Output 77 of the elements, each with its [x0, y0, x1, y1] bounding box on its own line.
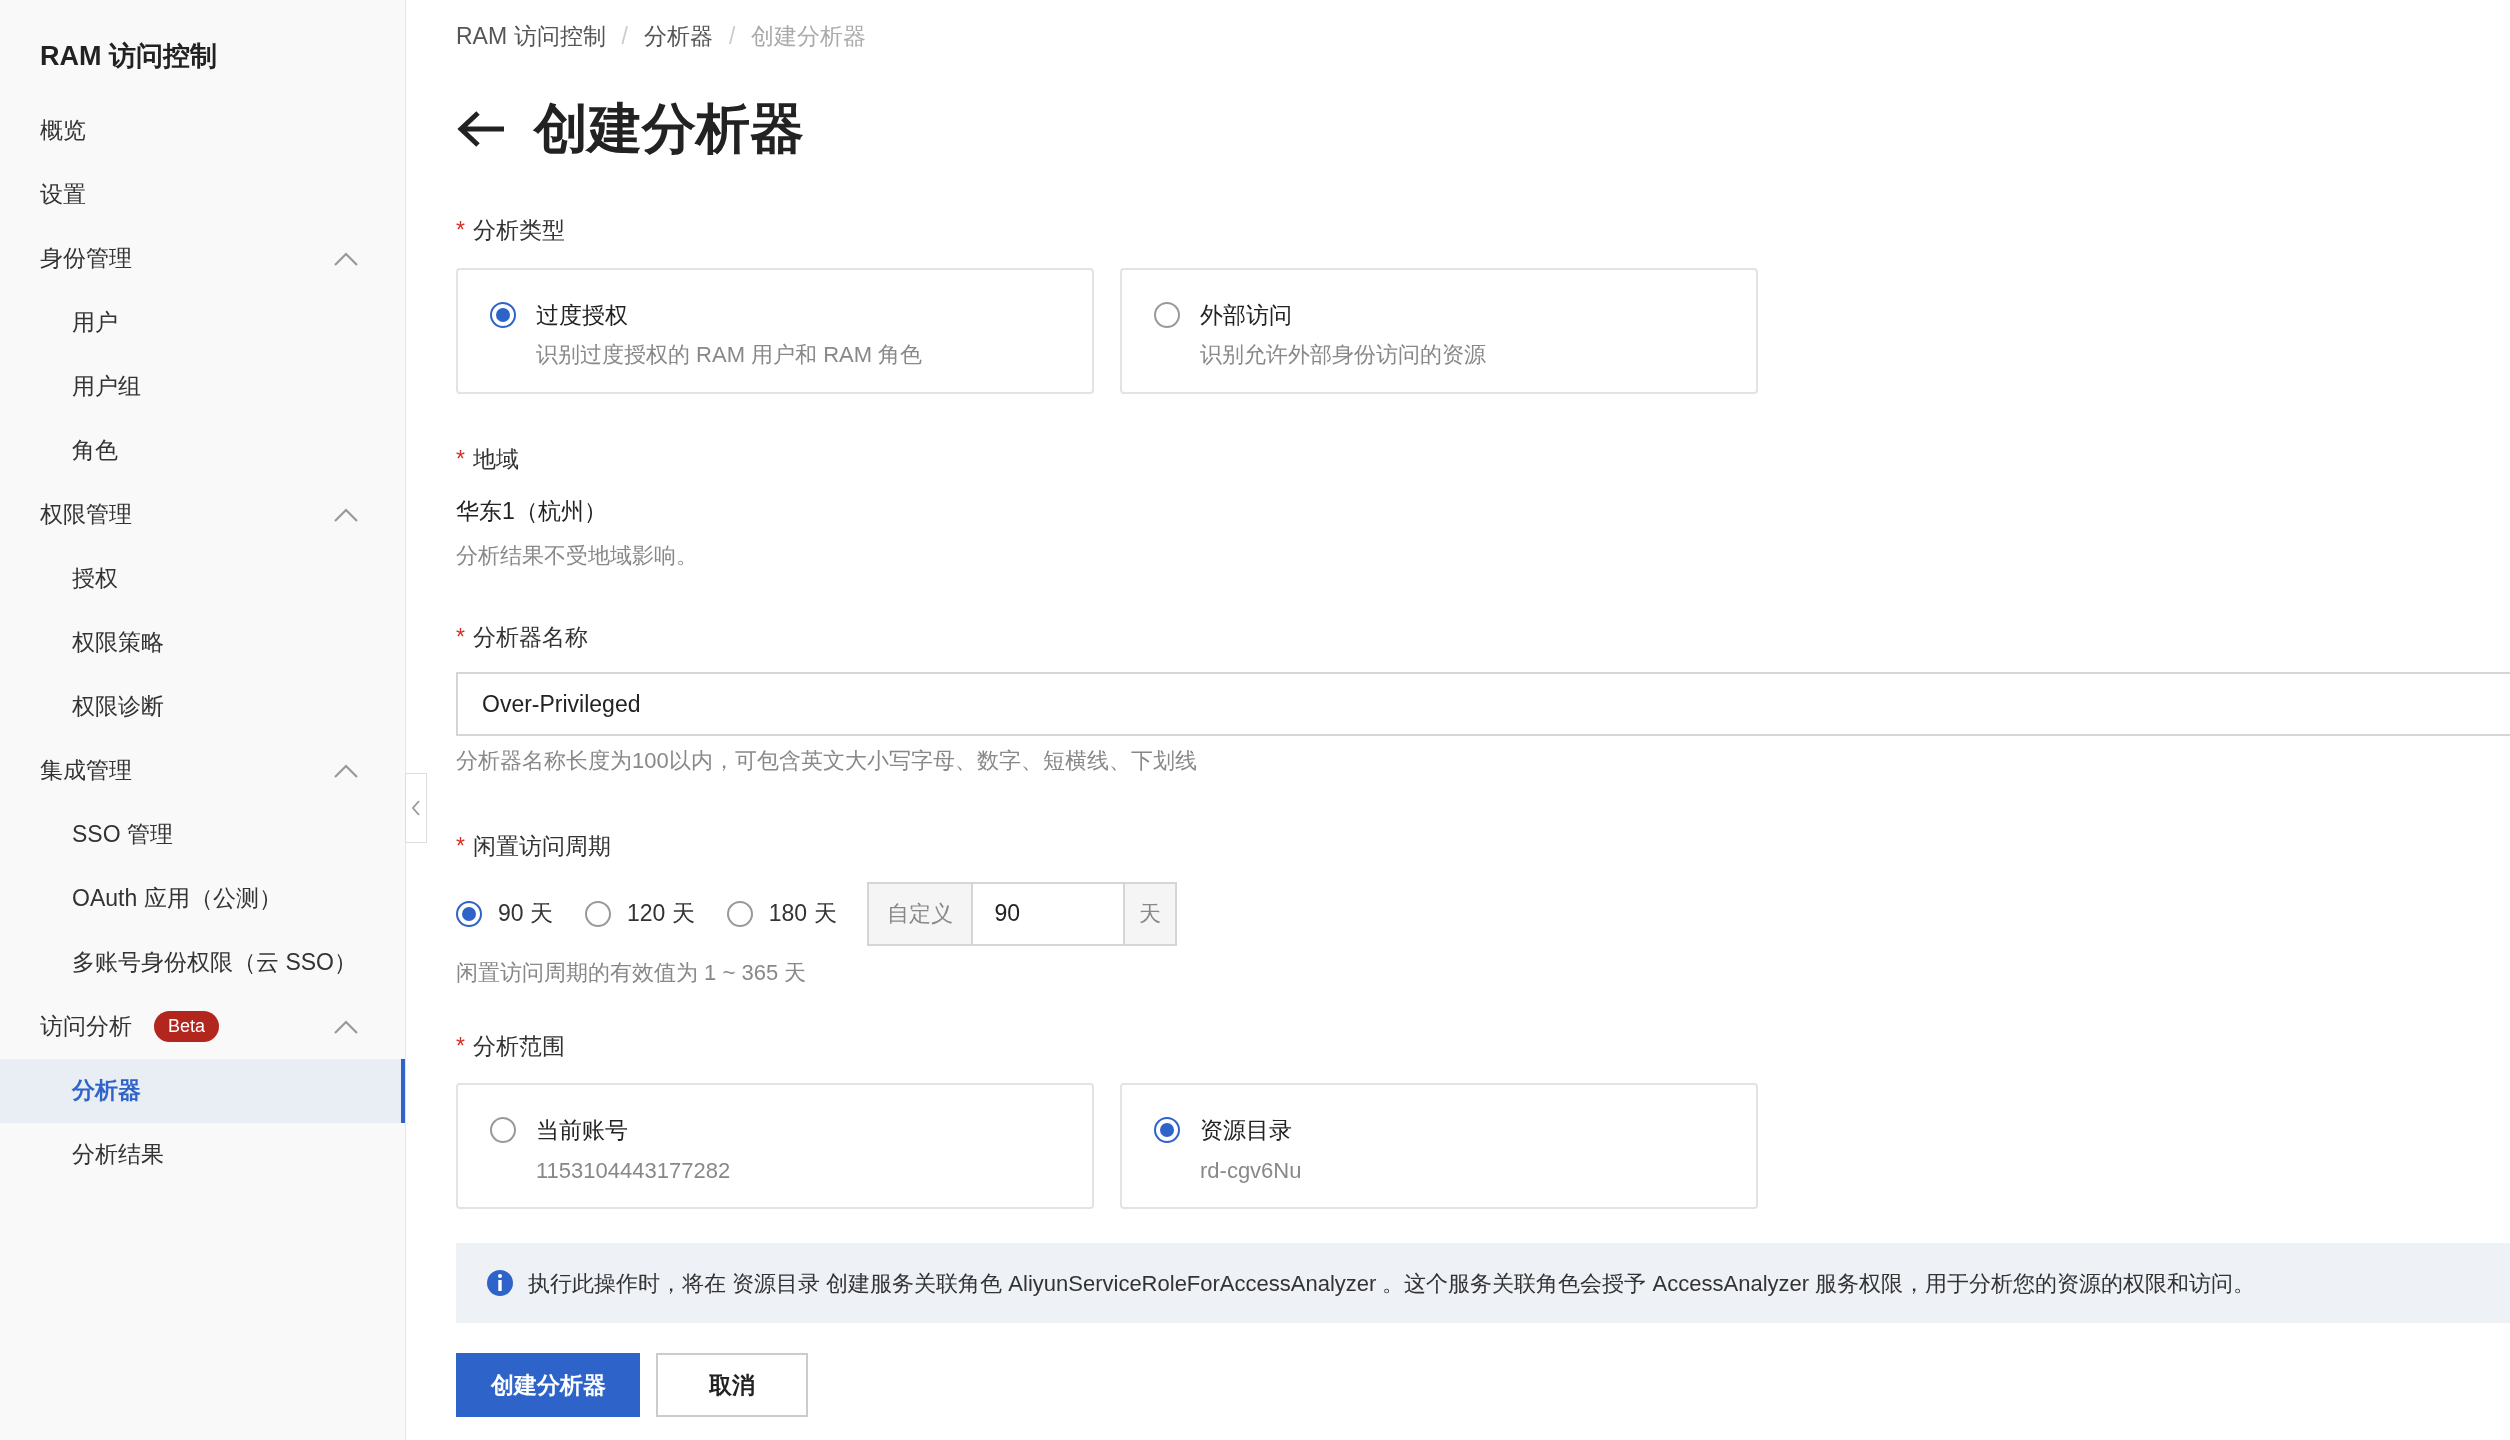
radio-button[interactable] — [456, 900, 482, 927]
radio-button[interactable] — [1154, 301, 1180, 328]
field-label: 闲置访问周期 — [472, 832, 611, 861]
sidebar-group[interactable]: 权限管理 — [0, 482, 405, 547]
sidebar-item[interactable]: 权限策略 — [0, 610, 405, 675]
option-card[interactable]: 当前账号 1153104443177282 — [456, 1083, 1094, 1209]
name-input-field[interactable]: Over-Privileged — [456, 672, 2510, 736]
field-hint: 分析结果不受地域影响。 — [456, 541, 699, 570]
breadcrumb-separator: / — [728, 21, 736, 51]
radio-label: 180 天 — [768, 899, 837, 929]
field-label: 地域 — [472, 444, 519, 474]
radio-button[interactable] — [490, 301, 516, 328]
chevron-up-icon — [333, 1018, 359, 1035]
sidebar-item[interactable]: 用户组 — [0, 354, 405, 419]
sidebar-item[interactable]: 分析结果 — [0, 1122, 405, 1187]
region-value: 华东1（杭州） — [456, 497, 608, 526]
sidebar-item[interactable]: 概览 — [0, 98, 405, 163]
chevron-up-icon — [333, 250, 359, 267]
input-suffix: 天 — [1122, 881, 1177, 946]
option-card[interactable]: 过度授权 识别过度授权的 RAM 用户和 RAM 角色 — [456, 267, 1094, 394]
required-asterisk: * — [456, 444, 465, 474]
field-hint: 闲置访问周期的有效值为 1 ~ 365 天 — [456, 958, 808, 987]
sidebar-group[interactable]: 访问分析 Beta — [0, 994, 405, 1059]
sidebar-item[interactable]: 授权 — [0, 546, 405, 611]
sidebar-item[interactable]: 权限诊断 — [0, 674, 405, 739]
chevron-left-icon — [411, 799, 421, 817]
create-button[interactable]: 创建分析器 — [456, 1353, 640, 1417]
option-title: 外部访问 — [1200, 300, 1293, 330]
radio-button[interactable] — [585, 900, 611, 927]
custom-days-input-field[interactable]: 90 — [972, 881, 1123, 946]
beta-badge: Beta — [154, 1011, 220, 1042]
option-description: 识别允许外部身份访问的资源 — [1200, 341, 1486, 369]
required-asterisk: * — [456, 622, 465, 652]
breadcrumb-current: 创建分析器 — [751, 21, 867, 51]
radio-button[interactable] — [490, 1117, 516, 1143]
option-description: 1153104443177282 — [536, 1156, 731, 1185]
radio-button[interactable] — [1154, 1117, 1180, 1143]
chevron-up-icon — [333, 506, 359, 523]
input-prefix: 自定义 — [866, 881, 973, 946]
radio-button[interactable] — [726, 900, 753, 927]
radio-label: 120 天 — [627, 899, 695, 929]
field-label: 分析范围 — [472, 1031, 565, 1061]
sidebar-group[interactable]: 身份管理 — [0, 226, 405, 291]
back-arrow-icon — [456, 108, 506, 149]
chevron-up-icon — [333, 762, 359, 779]
info-icon — [486, 1269, 514, 1297]
sidebar-item[interactable]: SSO 管理 — [0, 802, 405, 867]
option-title: 当前账号 — [536, 1116, 629, 1145]
required-asterisk: * — [456, 216, 465, 245]
cancel-button[interactable]: 取消 — [656, 1353, 808, 1417]
back-button[interactable] — [456, 108, 506, 149]
option-description: rd-cgv6Nu — [1200, 1156, 1302, 1185]
field-hint: 分析器名称长度为100以内，可包含英文大小写字母、数字、短横线、下划线 — [456, 747, 1198, 775]
collapse-handle[interactable] — [405, 773, 427, 843]
required-asterisk: * — [456, 1031, 465, 1061]
radio-label: 90 天 — [498, 899, 553, 929]
sidebar-item[interactable]: OAuth 应用（公测） — [0, 866, 405, 931]
breadcrumb-link[interactable]: 分析器 — [643, 18, 713, 54]
breadcrumb-link[interactable]: RAM 访问控制 — [456, 18, 606, 54]
sidebar-item[interactable]: 角色 — [0, 418, 405, 483]
option-description: 识别过度授权的 RAM 用户和 RAM 角色 — [536, 341, 923, 369]
option-card[interactable]: 外部访问 识别允许外部身份访问的资源 — [1120, 267, 1758, 394]
page-title: 创建分析器 — [534, 97, 804, 160]
breadcrumb-separator: / — [621, 21, 628, 51]
sidebar-item[interactable]: 分析器 — [0, 1058, 405, 1123]
sidebar-item[interactable]: 多账号身份权限（云 SSO） — [0, 930, 405, 995]
sidebar-item[interactable]: 用户 — [0, 290, 405, 355]
field-label: 分析器名称 — [472, 622, 588, 652]
option-card[interactable]: 资源目录 rd-cgv6Nu — [1120, 1083, 1758, 1209]
option-title: 过度授权 — [536, 300, 629, 330]
sidebar-item[interactable]: 设置 — [0, 162, 405, 227]
option-title: 资源目录 — [1200, 1116, 1293, 1145]
notice-text: 执行此操作时，将在 资源目录 创建服务关联角色 AliyunServiceRoleForAccessAnalyzer 。这个服务关联角色会授予 AccessAnalyzer 服务权限，用于分析您的资源的权限和访问。 — [528, 1269, 2256, 1298]
field-label: 分析类型 — [472, 216, 565, 245]
sidebar-group[interactable]: 集成管理 — [0, 738, 405, 803]
required-asterisk: * — [456, 832, 465, 861]
sidebar-title: RAM 访问控制 — [39, 40, 218, 73]
